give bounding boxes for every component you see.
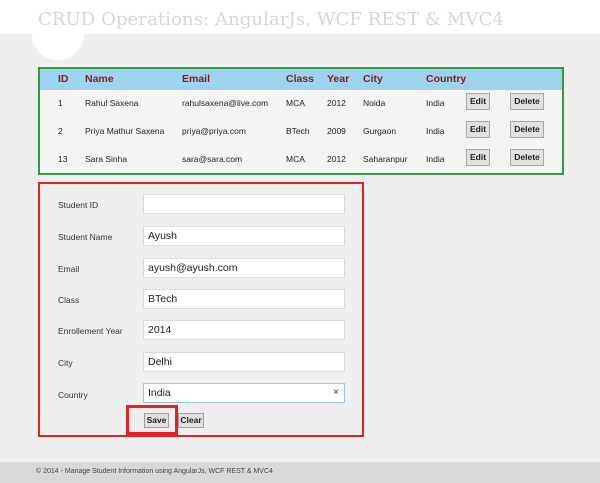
class-label: Class: [58, 295, 80, 305]
cell-class: MCA: [286, 154, 305, 164]
cell-name: Sara Sinha: [85, 154, 128, 164]
cell-email: sara@sara.com: [182, 154, 243, 164]
cell-id: 13: [58, 154, 68, 164]
cell-city: Gurgaon: [363, 126, 397, 136]
edit-button[interactable]: Edit: [466, 93, 490, 110]
cell-city: Noida: [363, 98, 386, 108]
cell-email: rahulsaxena@live.com: [182, 98, 269, 108]
clear-input-icon[interactable]: ×: [333, 384, 339, 402]
cell-id: 1: [58, 98, 63, 108]
cell-country: India: [426, 126, 445, 136]
save-button[interactable]: Save: [144, 413, 169, 428]
class-input[interactable]: BTech: [143, 289, 345, 309]
footer-text: © 2014 - Manage Student Information usin…: [36, 468, 273, 475]
table-row: 2 Priya Mathur Saxena priya@priya.com BT…: [40, 119, 562, 145]
cell-name: Rahul Saxena: [85, 98, 139, 108]
column-header-name: Name: [85, 73, 114, 85]
student-id-input[interactable]: [143, 194, 345, 214]
column-header-class: Class: [286, 73, 315, 85]
table-header: ID Name Email Class Year City Country: [40, 69, 562, 90]
clear-button[interactable]: Clear: [178, 413, 204, 428]
cell-year: 2012: [327, 98, 346, 108]
email-label: Email: [58, 264, 80, 274]
table-row: 1 Rahul Saxena rahulsaxena@live.com MCA …: [40, 91, 562, 117]
student-table: ID Name Email Class Year City Country 1 …: [38, 67, 564, 175]
column-header-id: ID: [58, 73, 69, 85]
page-title: CRUD Operations: AngularJs, WCF REST & M…: [38, 9, 504, 30]
cell-name: Priya Mathur Saxena: [85, 126, 165, 136]
column-header-email: Email: [182, 73, 211, 85]
country-input[interactable]: India ×: [143, 383, 345, 403]
student-name-label: Student Name: [58, 232, 113, 242]
cell-year: 2009: [327, 126, 346, 136]
cell-country: India: [426, 154, 445, 164]
enrollment-year-input[interactable]: 2014: [143, 320, 345, 340]
delete-button[interactable]: Delete: [510, 93, 544, 110]
column-header-year: Year: [327, 73, 350, 85]
city-label: City: [58, 358, 73, 368]
edit-button[interactable]: Edit: [466, 121, 490, 138]
edit-button[interactable]: Edit: [466, 149, 490, 166]
column-header-city: City: [363, 73, 383, 85]
enrollment-year-label: Enrollement Year: [58, 326, 123, 336]
country-input-value: India: [148, 387, 171, 399]
country-label: Country: [58, 390, 88, 400]
page-footer: © 2014 - Manage Student Information usin…: [0, 462, 600, 483]
cell-country: India: [426, 98, 445, 108]
cell-id: 2: [58, 126, 63, 136]
delete-button[interactable]: Delete: [510, 121, 544, 138]
cell-city: Saharanpur: [363, 154, 408, 164]
cell-class: MCA: [286, 98, 305, 108]
student-name-input[interactable]: Ayush: [143, 226, 345, 246]
student-id-label: Student ID: [58, 200, 99, 210]
cell-email: priya@priya.com: [182, 126, 246, 136]
column-header-country: Country: [426, 73, 467, 85]
cell-class: BTech: [286, 126, 310, 136]
city-input[interactable]: Delhi: [143, 352, 345, 372]
table-row: 13 Sara Sinha sara@sara.com MCA 2012 Sah…: [40, 147, 562, 173]
delete-button[interactable]: Delete: [510, 149, 544, 166]
email-input[interactable]: ayush@ayush.com: [143, 258, 345, 278]
student-form: Student ID Student Name Ayush Email ayus…: [38, 182, 364, 437]
cell-year: 2012: [327, 154, 346, 164]
